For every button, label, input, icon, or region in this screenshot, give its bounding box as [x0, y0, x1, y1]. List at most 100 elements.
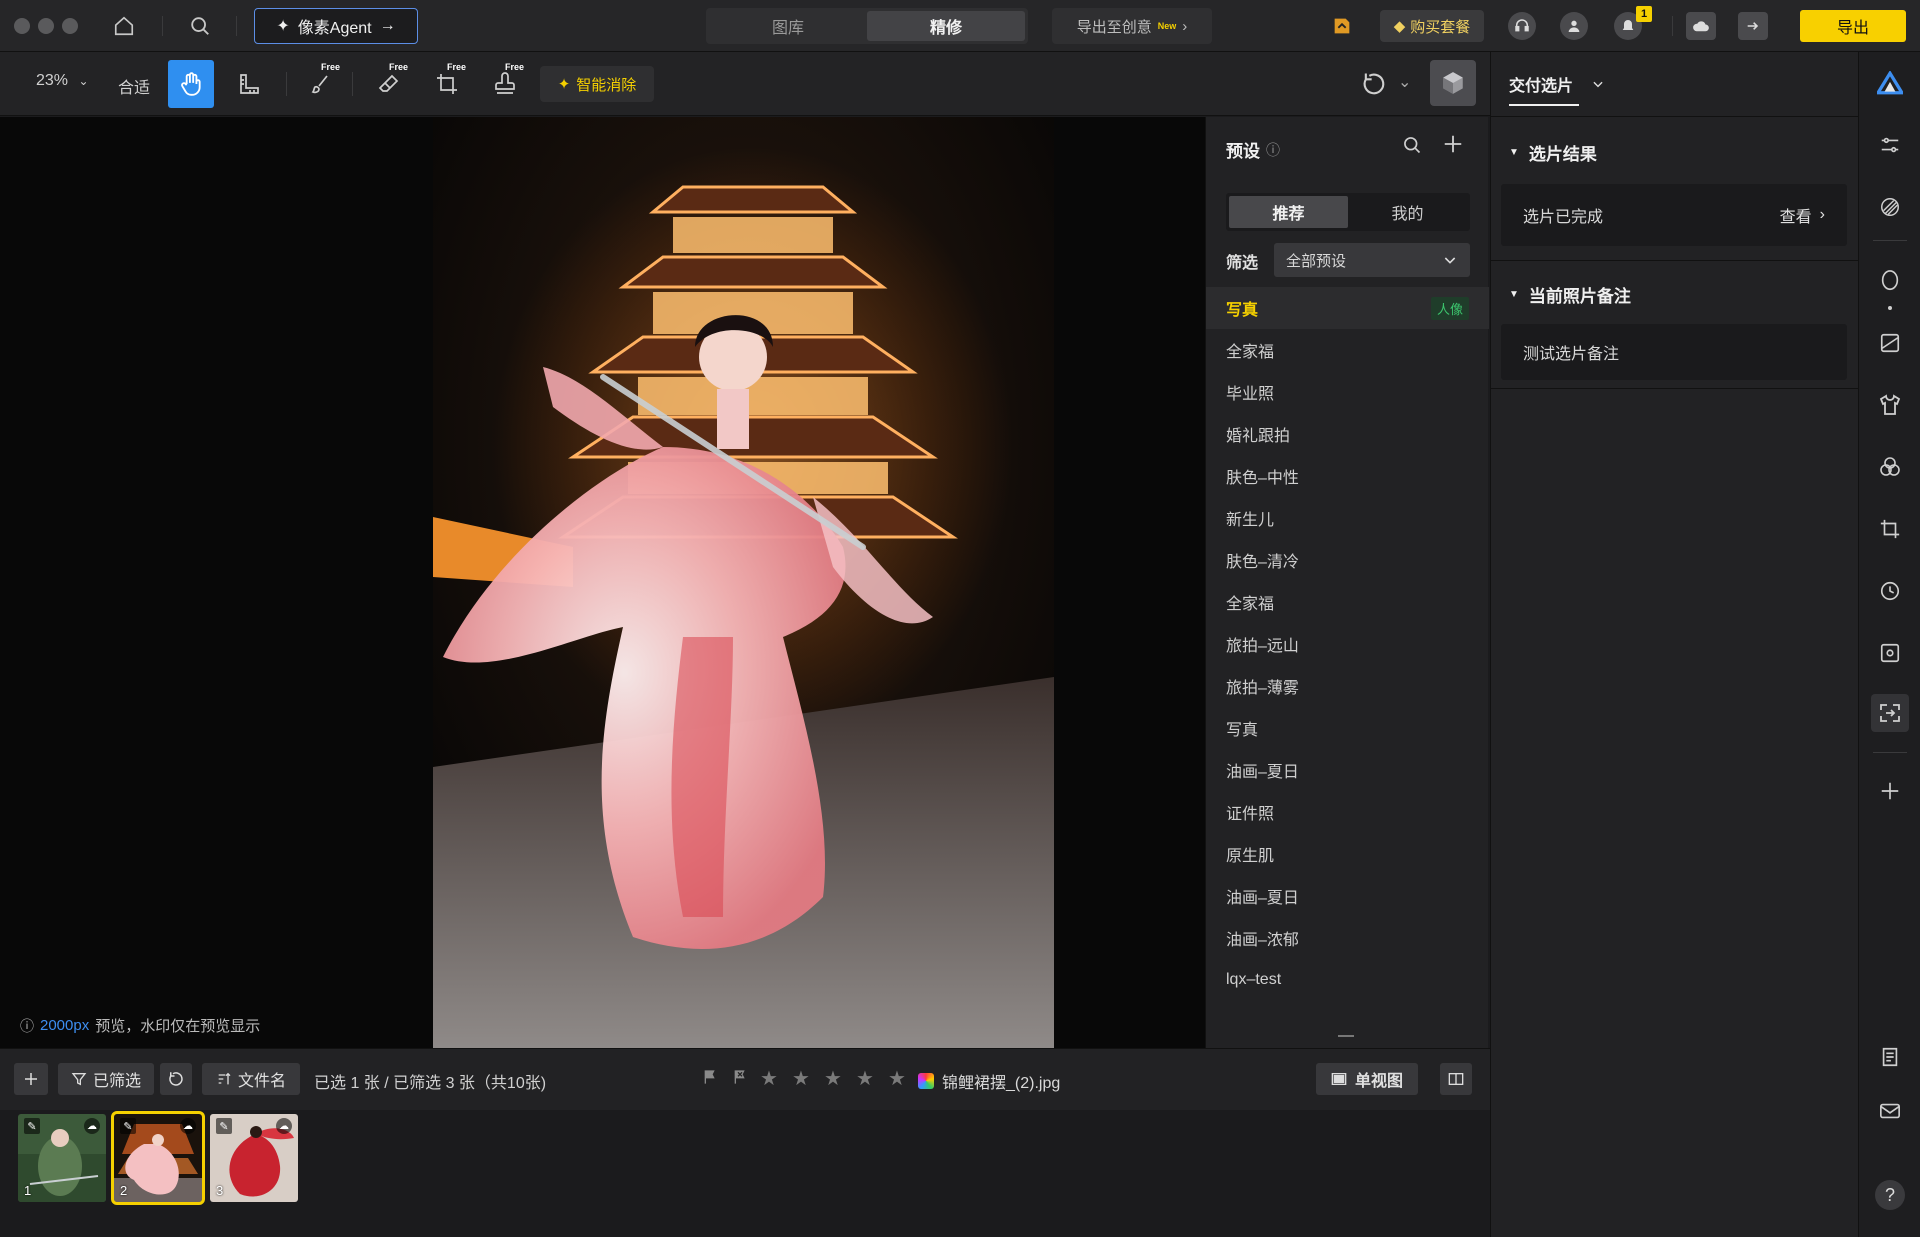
list-item[interactable]: 肤色–中性 [1206, 455, 1489, 497]
pencil-icon: ✎ [120, 1118, 136, 1134]
search-icon[interactable] [186, 12, 214, 40]
thumbnail[interactable]: ✎ ☁ 3 [210, 1114, 298, 1202]
list-item[interactable]: 婚礼跟拍 [1206, 413, 1489, 455]
star-icon[interactable]: ★ [760, 1066, 778, 1091]
cloud-icon: ☁ [84, 1118, 100, 1134]
tab-retouch[interactable]: 精修 [867, 11, 1025, 41]
delivery-icon[interactable] [1871, 694, 1909, 732]
chevron-down-icon: ⌄ [78, 74, 89, 88]
brush-tool[interactable]: Free [298, 60, 344, 108]
list-item[interactable]: 新生儿 [1206, 497, 1489, 539]
list-item[interactable]: 油画–浓郁 [1206, 917, 1489, 959]
tab-recommended[interactable]: 推荐 [1229, 196, 1348, 228]
crop-icon[interactable] [1871, 510, 1909, 548]
list-item[interactable]: 旅拍–远山 [1206, 623, 1489, 665]
ruler-tool[interactable] [226, 60, 272, 108]
cloud-icon[interactable] [1686, 12, 1716, 40]
frame-icon[interactable] [1871, 634, 1909, 672]
list-item[interactable]: 旅拍–薄雾 [1206, 665, 1489, 707]
face-icon[interactable] [1871, 262, 1909, 300]
list-item[interactable]: 毕业照 [1206, 371, 1489, 413]
reset-filter-button[interactable] [160, 1063, 192, 1095]
fit-button[interactable]: 合适 [118, 74, 150, 98]
sliders-icon[interactable] [1871, 126, 1909, 164]
home-icon[interactable] [110, 12, 138, 40]
search-icon[interactable] [1402, 135, 1422, 160]
list-item[interactable]: 全家福 [1206, 329, 1489, 371]
shirt-icon[interactable] [1871, 386, 1909, 424]
view-button[interactable]: 查看 › [1780, 203, 1825, 227]
history-icon[interactable] [1871, 572, 1909, 610]
hand-tool[interactable] [168, 60, 214, 108]
color-label-icon[interactable] [918, 1073, 934, 1089]
user-icon[interactable] [1560, 12, 1588, 40]
notes-icon[interactable] [1871, 1038, 1909, 1076]
add-photo-button[interactable] [14, 1063, 48, 1095]
sort-button[interactable]: 文件名 [202, 1063, 300, 1095]
headset-icon[interactable] [1508, 12, 1536, 40]
window-close-button[interactable] [14, 18, 30, 34]
sign-out-icon[interactable] [1738, 12, 1768, 40]
mail-icon[interactable] [1871, 1092, 1909, 1130]
bottom-bar: 已筛选 文件名 已选 1 张 / 已筛选 3 张（共10张) ★ ★ ★ ★ ★… [0, 1048, 1490, 1110]
window-zoom-button[interactable] [62, 18, 78, 34]
help-icon[interactable]: ? [1875, 1180, 1905, 1210]
zoom-select[interactable]: 23% ⌄ [36, 72, 89, 90]
list-item[interactable]: lqx–test [1206, 959, 1489, 1001]
export-to-creative-button[interactable]: 导出至创意 New › [1052, 8, 1212, 44]
list-item[interactable]: 肤色–清冷 [1206, 539, 1489, 581]
single-view-button[interactable]: 单视图 [1316, 1063, 1418, 1095]
list-item[interactable]: 全家福 [1206, 581, 1489, 623]
mode-switch: 图库 精修 [706, 8, 1028, 44]
new-badge: New [1157, 21, 1177, 31]
list-item[interactable]: 油画–夏日 [1206, 749, 1489, 791]
star-icon[interactable]: ★ [824, 1066, 842, 1091]
list-item[interactable]: 证件照 [1206, 791, 1489, 833]
stamp-tool[interactable]: Free [482, 60, 528, 108]
filter-button[interactable]: 已筛选 [58, 1063, 154, 1095]
chevron-down-icon[interactable]: ⌄ [1398, 72, 1414, 96]
filter-label: 筛选 [1226, 255, 1259, 272]
funnel-icon [71, 1073, 87, 1086]
compare-view-icon[interactable] [1440, 1063, 1472, 1095]
smart-erase-label: 智能消除 [576, 76, 637, 94]
flag-pick-icon[interactable] [702, 1069, 718, 1090]
pattern-icon[interactable] [1871, 188, 1909, 226]
crop-tool[interactable]: Free [424, 60, 470, 108]
tab-gallery[interactable]: 图库 [709, 11, 867, 41]
tab-mine[interactable]: 我的 [1348, 196, 1467, 228]
section-result[interactable]: ▼ 选片结果 [1509, 140, 1597, 165]
agent-button[interactable]: ✦ 像素Agent → [254, 8, 418, 44]
smart-erase-button[interactable]: ✦ 智能消除 [540, 66, 654, 102]
flag-reject-icon[interactable] [732, 1069, 748, 1090]
thumbnail[interactable]: ✎ ☁ 1 [18, 1114, 106, 1202]
export-button[interactable]: 导出 [1800, 10, 1906, 42]
scroll-indicator[interactable] [1338, 1035, 1354, 1037]
help-icon[interactable]: ⓘ [1266, 140, 1280, 160]
plus-icon [25, 1073, 37, 1085]
star-icon[interactable]: ★ [792, 1066, 810, 1091]
cube-icon[interactable] [1430, 60, 1476, 106]
image-canvas[interactable]: ⓘ 2000px 预览，水印仅在预览显示 [0, 117, 1205, 1048]
section-note[interactable]: ▼ 当前照片备注 [1509, 282, 1631, 307]
list-item[interactable]: 写真 人像 [1206, 287, 1489, 329]
thumbnail[interactable]: ✎ ☁ 2 [111, 1111, 205, 1205]
window-minimize-button[interactable] [38, 18, 54, 34]
preset-filter-select[interactable]: 全部预设 [1274, 243, 1470, 277]
star-icon[interactable]: ★ [856, 1066, 874, 1091]
presets-header: 预设 ⓘ [1226, 137, 1280, 162]
adjust-icon[interactable] [1871, 324, 1909, 362]
color-mix-icon[interactable] [1871, 448, 1909, 486]
plus-icon[interactable] [1871, 772, 1909, 810]
list-item[interactable]: 写真 [1206, 707, 1489, 749]
list-item[interactable]: 油画–夏日 [1206, 875, 1489, 917]
eraser-tool[interactable]: Free [366, 60, 412, 108]
star-icon[interactable]: ★ [888, 1066, 906, 1091]
preview-note-text: 预览，水印仅在预览显示 [95, 1018, 261, 1035]
buy-package-button[interactable]: ◆ 购买套餐 [1380, 10, 1484, 42]
delivery-title[interactable]: 交付选片 [1509, 72, 1605, 96]
plus-icon[interactable] [1442, 133, 1464, 160]
undo-icon[interactable] [1356, 68, 1392, 100]
list-item[interactable]: 原生肌 [1206, 833, 1489, 875]
ticket-icon[interactable] [1328, 12, 1356, 40]
